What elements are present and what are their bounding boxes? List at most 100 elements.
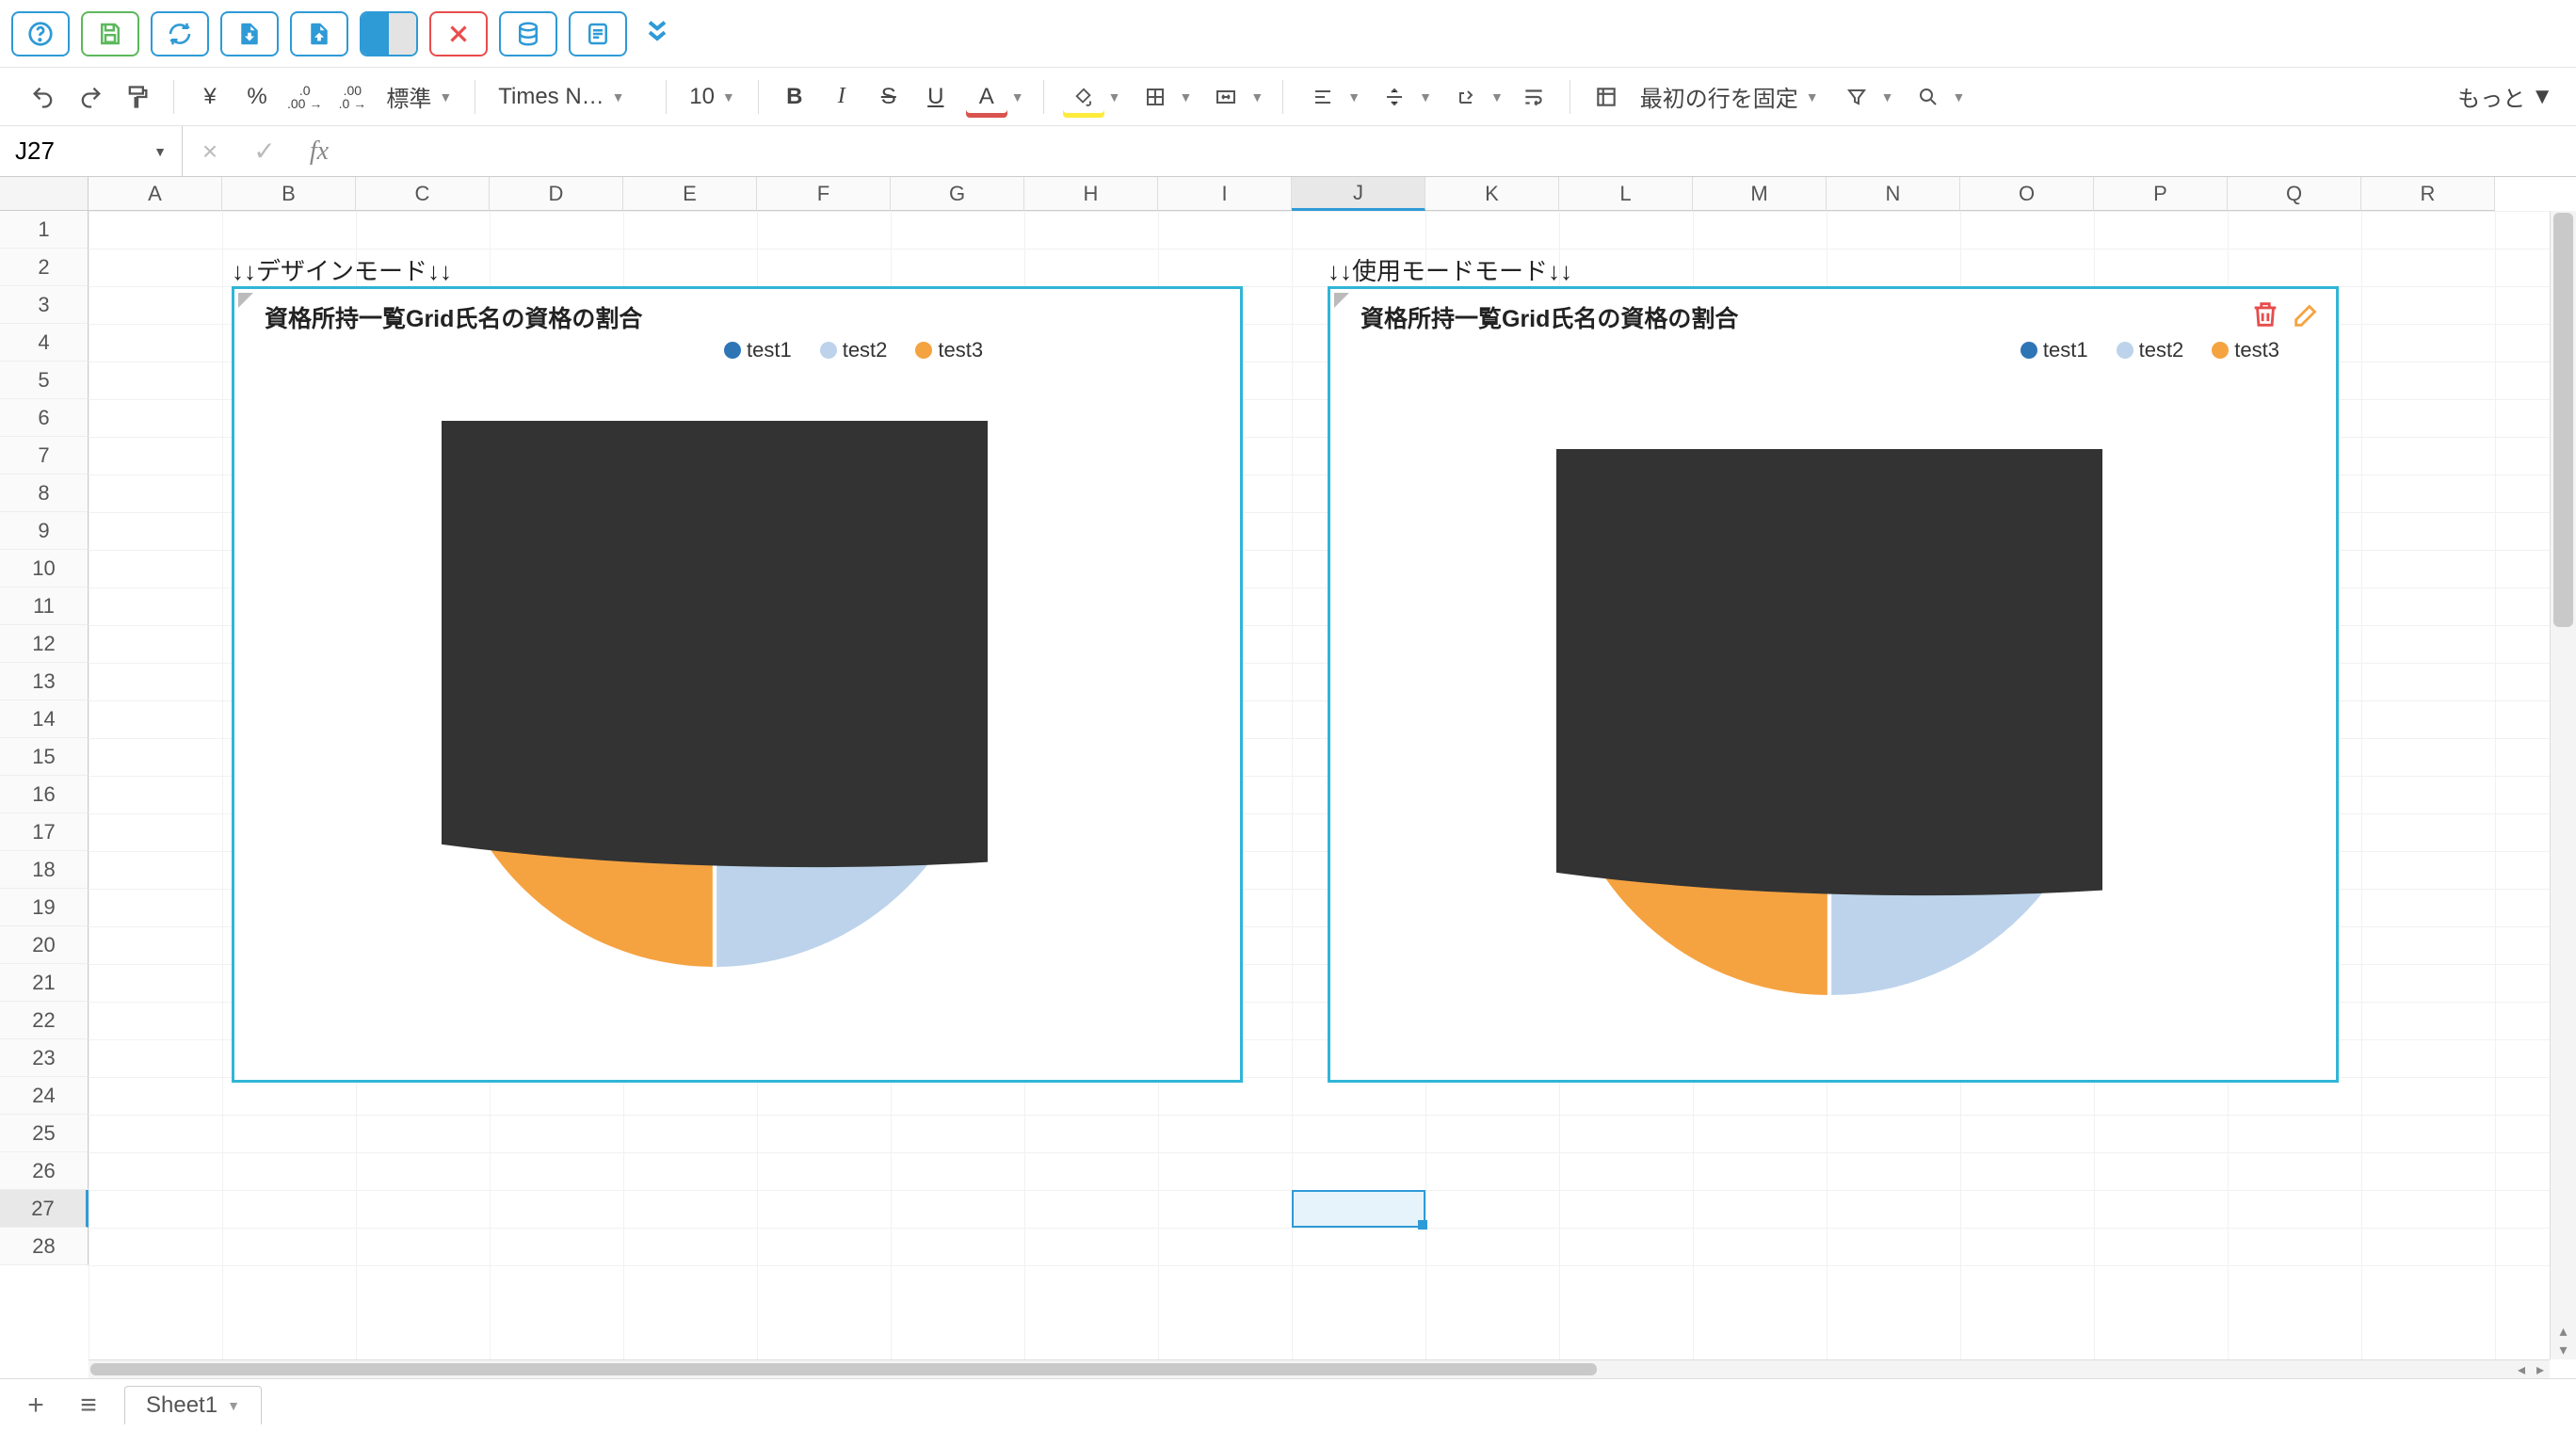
format-painter-button[interactable]	[117, 76, 158, 118]
filter-button[interactable]: ▼	[1832, 76, 1898, 118]
row-header[interactable]: 9	[0, 512, 89, 550]
add-sheet-button[interactable]: +	[19, 1390, 53, 1422]
scroll-up-icon[interactable]: ▴	[2551, 1322, 2576, 1341]
row-header[interactable]: 17	[0, 813, 89, 851]
scroll-right-icon[interactable]: ▸	[2531, 1360, 2550, 1378]
text-color-button[interactable]: A▼	[962, 76, 1028, 118]
borders-button[interactable]: ▼	[1131, 76, 1197, 118]
notes-button[interactable]	[569, 11, 627, 56]
row-header[interactable]: 1	[0, 211, 89, 249]
row-header[interactable]: 2	[0, 249, 89, 286]
scroll-down-icon[interactable]: ▾	[2551, 1341, 2576, 1359]
italic-button[interactable]: I	[821, 76, 862, 118]
more-button[interactable]: もっと▼	[2457, 80, 2553, 113]
row-header[interactable]: 26	[0, 1152, 89, 1190]
import-button[interactable]	[220, 11, 279, 56]
row-header[interactable]: 27	[0, 1190, 89, 1228]
column-header[interactable]: Q	[2228, 177, 2361, 211]
edit-chart-button[interactable]	[2291, 298, 2323, 330]
merge-button[interactable]: ▼	[1201, 76, 1267, 118]
column-header[interactable]: R	[2361, 177, 2495, 211]
column-header[interactable]: L	[1559, 177, 1693, 211]
fill-handle[interactable]	[1418, 1220, 1427, 1230]
column-header[interactable]: P	[2094, 177, 2228, 211]
select-all-corner[interactable]	[0, 177, 89, 211]
vertical-scrollbar[interactable]: ▴ ▾	[2550, 211, 2576, 1359]
row-header[interactable]: 5	[0, 362, 89, 399]
column-header[interactable]: E	[623, 177, 757, 211]
row-header[interactable]: 6	[0, 399, 89, 437]
increase-decimal-button[interactable]: .0.00 →	[283, 76, 326, 118]
column-header[interactable]: B	[222, 177, 356, 211]
formula-confirm-button[interactable]: ✓	[237, 126, 292, 176]
column-header[interactable]: I	[1158, 177, 1292, 211]
row-header[interactable]: 21	[0, 964, 89, 1002]
percent-button[interactable]: %	[236, 76, 278, 118]
row-header[interactable]: 24	[0, 1077, 89, 1115]
text-rotate-button[interactable]: ▼	[1441, 76, 1507, 118]
chart-resize-handle[interactable]	[238, 293, 253, 308]
column-header[interactable]: O	[1960, 177, 2094, 211]
column-header[interactable]: J	[1292, 177, 1425, 211]
row-header[interactable]: 4	[0, 324, 89, 362]
row-header[interactable]: 14	[0, 700, 89, 738]
number-format-select[interactable]: 標準▼	[378, 76, 459, 118]
split-view-button[interactable]	[360, 11, 418, 56]
formula-cancel-button[interactable]: ×	[183, 126, 237, 176]
underline-button[interactable]: U	[915, 76, 957, 118]
scroll-thumb[interactable]	[2553, 213, 2573, 627]
decrease-decimal-button[interactable]: .00.0 →	[331, 76, 373, 118]
expand-toolbar-button[interactable]	[638, 16, 676, 51]
formula-input[interactable]	[346, 126, 2576, 176]
font-size-select[interactable]: 10▼	[682, 76, 743, 118]
bold-button[interactable]: B	[774, 76, 815, 118]
horizontal-scrollbar[interactable]: ◂ ▸	[89, 1359, 2550, 1378]
spreadsheet-grid[interactable]: ABCDEFGHIJKLMNOPQR 123456789101112131415…	[0, 177, 2576, 1378]
chart-use-mode[interactable]: 資格所持一覧Grid氏名の資格の割合 test1 test2 test3 tes…	[1328, 286, 2339, 1083]
row-header[interactable]: 8	[0, 474, 89, 512]
row-header[interactable]: 13	[0, 663, 89, 700]
column-header[interactable]: F	[757, 177, 891, 211]
database-button[interactable]	[499, 11, 557, 56]
currency-button[interactable]: ¥	[189, 76, 231, 118]
redo-button[interactable]	[70, 76, 111, 118]
row-header[interactable]: 25	[0, 1115, 89, 1152]
delete-chart-button[interactable]	[2249, 298, 2281, 330]
help-button[interactable]	[11, 11, 70, 56]
scroll-left-icon[interactable]: ◂	[2512, 1360, 2531, 1378]
export-button[interactable]	[290, 11, 348, 56]
column-header[interactable]: M	[1693, 177, 1827, 211]
text-wrap-button[interactable]	[1513, 76, 1554, 118]
row-header[interactable]: 20	[0, 926, 89, 964]
row-header[interactable]: 18	[0, 851, 89, 889]
sync-button[interactable]	[151, 11, 209, 56]
undo-button[interactable]	[23, 76, 64, 118]
font-family-select[interactable]: Times N…▼	[491, 76, 651, 118]
halign-button[interactable]: ▼	[1298, 76, 1364, 118]
row-header[interactable]: 16	[0, 776, 89, 813]
column-header[interactable]: H	[1024, 177, 1158, 211]
row-header[interactable]: 19	[0, 889, 89, 926]
column-header[interactable]: A	[89, 177, 222, 211]
row-header[interactable]: 12	[0, 625, 89, 663]
freeze-panes-icon-button[interactable]	[1586, 76, 1627, 118]
save-button[interactable]	[81, 11, 139, 56]
close-button[interactable]	[429, 11, 488, 56]
fill-color-button[interactable]: ▼	[1059, 76, 1125, 118]
row-header[interactable]: 3	[0, 286, 89, 324]
column-header[interactable]: G	[891, 177, 1024, 211]
name-box[interactable]: J27 ▼	[0, 126, 183, 176]
row-header[interactable]: 10	[0, 550, 89, 587]
row-header[interactable]: 15	[0, 738, 89, 776]
valign-button[interactable]: ▼	[1370, 76, 1436, 118]
sheet-tab[interactable]: Sheet1 ▼	[124, 1386, 262, 1424]
row-header[interactable]: 22	[0, 1002, 89, 1039]
row-header[interactable]: 11	[0, 587, 89, 625]
search-button[interactable]: ▼	[1904, 76, 1970, 118]
column-header[interactable]: K	[1425, 177, 1559, 211]
row-header[interactable]: 23	[0, 1039, 89, 1077]
column-header[interactable]: D	[490, 177, 623, 211]
row-header[interactable]: 7	[0, 437, 89, 474]
column-header[interactable]: C	[356, 177, 490, 211]
scroll-thumb[interactable]	[90, 1363, 1597, 1375]
